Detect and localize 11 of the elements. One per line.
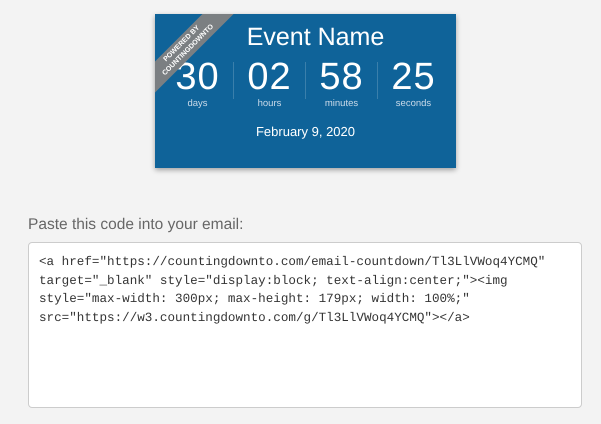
countdown-number: 02 bbox=[247, 56, 292, 98]
code-field[interactable]: <a href="https://countingdownto.com/email-countdown/Tl3LlVWoq4YCMQ" target="_blank" style="display:block; text-align:center;"><img style="max-width: 300px; max-height: 179px; width: 100%;" src="https://w3.countingdownto.com/g/Tl3LlVWoq4YCMQ"></a> bbox=[28, 242, 582, 408]
unit-label: minutes bbox=[324, 98, 358, 109]
unit-label: seconds bbox=[396, 98, 432, 109]
countdown-number: 25 bbox=[391, 56, 436, 98]
unit-label: days bbox=[187, 98, 208, 109]
event-title: Event Name bbox=[246, 22, 384, 52]
event-date: February 9, 2020 bbox=[256, 124, 355, 139]
unit-label: hours bbox=[258, 98, 282, 109]
countdown-number: 58 bbox=[319, 56, 364, 98]
code-label: Paste this code into your email: bbox=[28, 216, 244, 234]
